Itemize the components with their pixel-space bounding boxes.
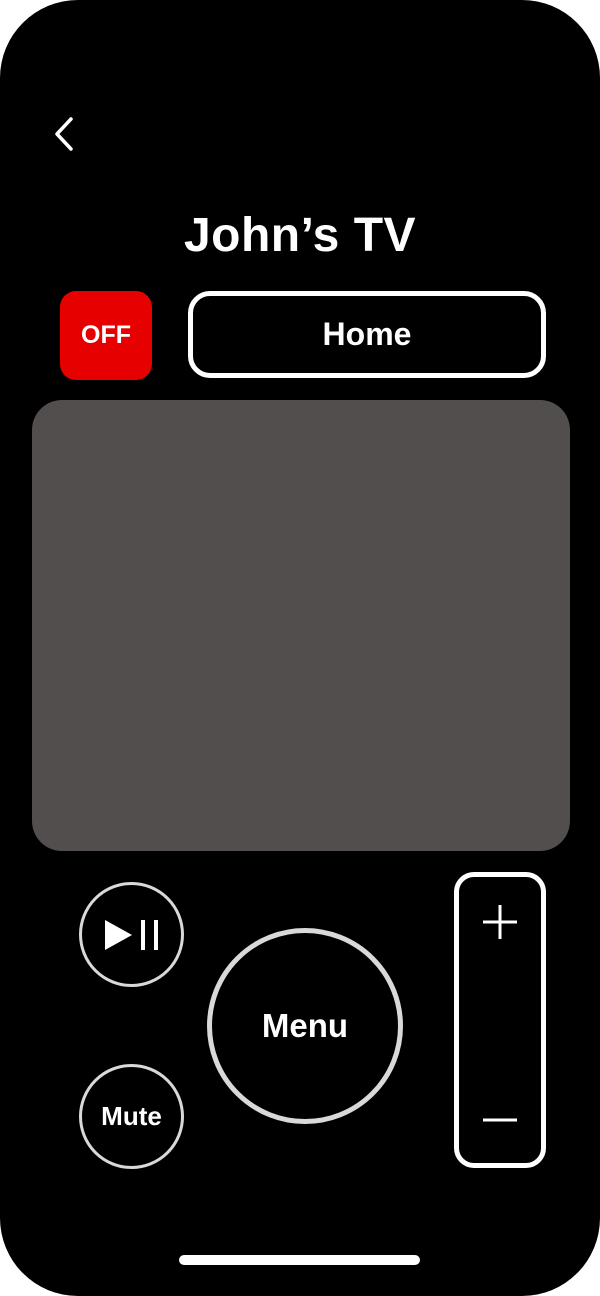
play-pause-button[interactable] [79,882,184,987]
plus-icon [483,905,517,939]
minus-icon [483,1118,517,1122]
home-button[interactable]: Home [188,291,546,378]
menu-button[interactable]: Menu [207,928,403,1124]
page-title: John’s TV [183,209,417,262]
chevron-left-icon [55,117,73,151]
volume-up-button[interactable] [459,877,541,967]
mute-button[interactable]: Mute [79,1064,184,1169]
back-button[interactable] [42,110,86,158]
volume-rocker [454,872,546,1168]
volume-down-button[interactable] [459,1073,541,1163]
play-pause-icon [104,919,158,950]
phone-screen: John’s TV OFF Home Menu Mute [0,0,600,1296]
touchpad[interactable] [32,400,570,851]
power-off-button[interactable]: OFF [60,291,152,380]
home-indicator[interactable] [179,1255,420,1265]
